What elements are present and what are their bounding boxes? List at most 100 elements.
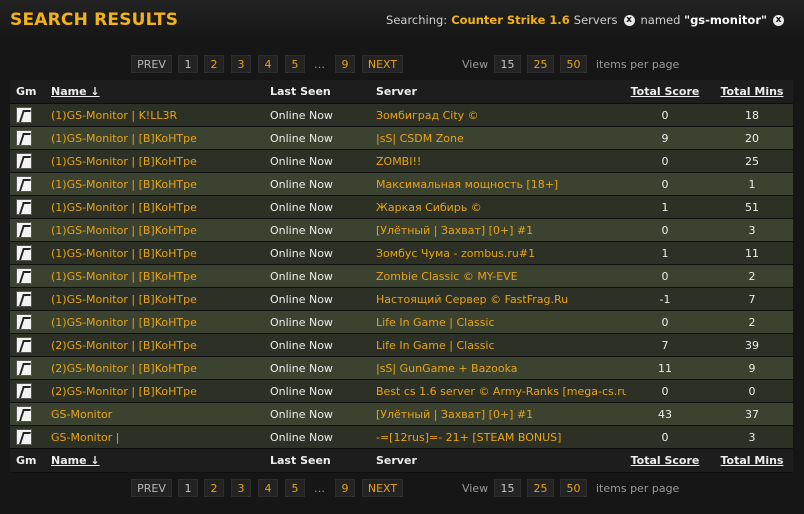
column-total-score-sort[interactable]: Total Score <box>630 449 700 473</box>
player-name-link[interactable]: GS-Monitor | <box>51 426 261 449</box>
remove-name-filter-close-icon[interactable]: x <box>773 14 784 26</box>
table-row: (1)GS-Monitor | [B]KoHTpe Online Now [Улёт… <box>10 219 793 242</box>
remove-game-filter-close-icon[interactable]: x <box>623 14 635 26</box>
total-mins-cell: 1 <box>748 178 756 191</box>
total-mins-cell: 3 <box>748 224 756 237</box>
game-icon-cell <box>16 311 38 334</box>
server-name-link[interactable]: Максимальная мощность [18+] <box>376 173 626 196</box>
total-mins-cell: 18 <box>745 109 759 122</box>
counter-strike-icon <box>16 429 32 445</box>
next-button[interactable]: NEXT <box>362 55 403 73</box>
player-name-link[interactable]: (1)GS-Monitor | [B]KoHTpe <box>51 173 261 196</box>
game-icon-cell <box>16 173 38 196</box>
total-mins-cell: 0 <box>748 385 756 398</box>
column-server: Server <box>376 454 417 467</box>
prev-button[interactable]: PREV <box>131 55 172 73</box>
server-name-link[interactable]: Настоящий Сервер © FastFrag.Ru <box>376 288 626 311</box>
total-mins-cell: 20 <box>745 132 759 145</box>
server-name-link[interactable]: Zombie Classic © MY-EVE <box>376 265 626 288</box>
player-name-link[interactable]: GS-Monitor <box>51 403 261 426</box>
game-icon-cell <box>16 403 38 426</box>
player-name-link[interactable]: (2)GS-Monitor | [B]KoHTpe <box>51 357 261 380</box>
page-4-button[interactable]: 4 <box>258 55 278 73</box>
server-name-link[interactable]: -=[12rus]=- 21+ [STEAM BONUS] <box>376 426 626 449</box>
view-50-button[interactable]: 50 <box>560 55 587 73</box>
player-name-link[interactable]: (1)GS-Monitor | [B]KoHTpe <box>51 265 261 288</box>
player-name-link[interactable]: (1)GS-Monitor | [B]KoHTpe <box>51 288 261 311</box>
prev-button[interactable]: PREV <box>131 479 172 497</box>
header-bar: SEARCH RESULTS Searching: Counter Strike… <box>0 0 804 42</box>
game-icon-cell <box>16 334 38 357</box>
last-seen-cell: Online Now <box>270 155 333 168</box>
column-total-mins-sort[interactable]: Total Mins <box>712 449 792 473</box>
server-name-link[interactable]: Зомбиград City © <box>376 104 626 127</box>
total-score-cell: 0 <box>661 385 669 398</box>
last-seen-cell: Online Now <box>270 201 333 214</box>
page-5-button[interactable]: 5 <box>285 55 305 73</box>
view-15-button[interactable]: 15 <box>494 479 521 497</box>
player-name-link[interactable]: (1)GS-Monitor | [B]KoHTpe <box>51 311 261 334</box>
player-name-link[interactable]: (1)GS-Monitor | [B]KoHTpe <box>51 242 261 265</box>
player-name-link[interactable]: (1)GS-Monitor | [B]KoHTpe <box>51 127 261 150</box>
server-name-link[interactable]: |sS| GunGame + Bazooka <box>376 357 626 380</box>
page-9-button[interactable]: 9 <box>335 55 355 73</box>
table-row: (1)GS-Monitor | [B]KoHTpe Online Now Макси… <box>10 173 793 196</box>
last-seen-cell: Online Now <box>270 224 333 237</box>
game-icon-cell <box>16 150 38 173</box>
server-name-link[interactable]: Best cs 1.6 server © Army-Ranks [mega-cs… <box>376 380 626 403</box>
player-name-link[interactable]: (1)GS-Monitor | K!LL3R <box>51 104 261 127</box>
server-name-link[interactable]: |sS| CSDM Zone <box>376 127 626 150</box>
column-total-mins-sort[interactable]: Total Mins <box>712 80 792 104</box>
server-name-link[interactable]: Life In Game | Classic <box>376 311 626 334</box>
counter-strike-icon <box>16 222 32 238</box>
page-1-button[interactable]: 1 <box>178 479 198 497</box>
column-total-score-sort[interactable]: Total Score <box>630 80 700 104</box>
table-row: (1)GS-Monitor | [B]KoHTpe Online Now ZOMBI… <box>10 150 793 173</box>
player-name-link[interactable]: (1)GS-Monitor | [B]KoHTpe <box>51 150 261 173</box>
pager-ellipsis: … <box>314 58 325 71</box>
player-name-link[interactable]: (2)GS-Monitor | [B]KoHTpe <box>51 380 261 403</box>
counter-strike-icon <box>16 176 32 192</box>
table-header-row: Gm Name ↓ Last Seen Server Total Score T… <box>10 80 793 104</box>
page-2-button[interactable]: 2 <box>204 479 224 497</box>
server-name-link[interactable]: Жаркая Сибирь © <box>376 196 626 219</box>
player-name-link[interactable]: (1)GS-Monitor | [B]KoHTpe <box>51 219 261 242</box>
counter-strike-icon <box>16 199 32 215</box>
total-mins-cell: 3 <box>748 431 756 444</box>
page-1-button[interactable]: 1 <box>178 55 198 73</box>
table-row: (1)GS-Monitor | [B]KoHTpe Online Now Зомбу… <box>10 242 793 265</box>
page-3-button[interactable]: 3 <box>231 55 251 73</box>
page-4-button[interactable]: 4 <box>258 479 278 497</box>
total-mins-cell: 9 <box>748 362 756 375</box>
total-mins-cell: 7 <box>748 293 756 306</box>
total-score-cell: 7 <box>661 339 669 352</box>
view-15-button[interactable]: 15 <box>494 55 521 73</box>
table-row: GS-Monitor Online Now [Улётный | Захват] [… <box>10 403 793 426</box>
last-seen-cell: Online Now <box>270 109 333 122</box>
total-score-cell: 0 <box>661 431 669 444</box>
page-2-button[interactable]: 2 <box>204 55 224 73</box>
page-9-button[interactable]: 9 <box>335 479 355 497</box>
server-name-link[interactable]: [Улётный | Захват] [0+] #1 <box>376 403 626 426</box>
view-25-button[interactable]: 25 <box>527 55 554 73</box>
named-label: named <box>640 13 681 27</box>
column-name-sort[interactable]: Name ↓ <box>51 80 261 104</box>
search-game: Counter Strike 1.6 <box>451 13 570 27</box>
table-row: (2)GS-Monitor | [B]KoHTpe Online Now |sS| … <box>10 357 793 380</box>
column-name-sort[interactable]: Name ↓ <box>51 449 261 473</box>
view-25-button[interactable]: 25 <box>527 479 554 497</box>
player-name-link[interactable]: (1)GS-Monitor | [B]KoHTpe <box>51 196 261 219</box>
view-50-button[interactable]: 50 <box>560 479 587 497</box>
server-name-link[interactable]: [Улётный | Захват] [0+] #1 <box>376 219 626 242</box>
server-name-link[interactable]: Зомбус Чума - zombus.ru#1 <box>376 242 626 265</box>
next-button[interactable]: NEXT <box>362 479 403 497</box>
total-score-cell: 0 <box>661 224 669 237</box>
table-row: (2)GS-Monitor | [B]KoHTpe Online Now Best … <box>10 380 793 403</box>
server-name-link[interactable]: ZOMBI!! <box>376 150 626 173</box>
total-mins-cell: 25 <box>745 155 759 168</box>
page-3-button[interactable]: 3 <box>231 479 251 497</box>
table-row: (1)GS-Monitor | [B]KoHTpe Online Now Zombi… <box>10 265 793 288</box>
server-name-link[interactable]: Life In Game | Classic <box>376 334 626 357</box>
player-name-link[interactable]: (2)GS-Monitor | [B]KoHTpe <box>51 334 261 357</box>
page-5-button[interactable]: 5 <box>285 479 305 497</box>
